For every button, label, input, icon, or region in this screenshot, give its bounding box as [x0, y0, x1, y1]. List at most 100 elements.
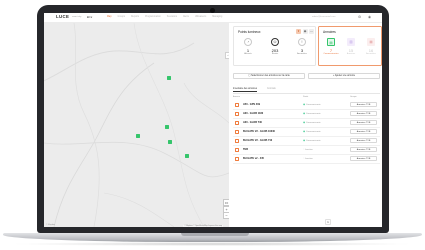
- status-badge: ◉ Communicante: [303, 139, 321, 142]
- stat-value: 7: [329, 47, 333, 53]
- card-title: Armoires: [323, 30, 336, 34]
- table-row[interactable]: BH GATE V2 - GLOB 10340 ◉ Communicante A…: [233, 128, 380, 137]
- armoire-name[interactable]: BH GATE V2 - GLOB 710: [243, 139, 272, 142]
- armoire-name[interactable]: A50 - GPS 439: [243, 103, 260, 106]
- map-view[interactable]: ▭ + − ‹ © Mapbox © Mapbox © OpenStreetMa…: [44, 23, 229, 227]
- group-select[interactable]: Armoires TVB: [350, 129, 377, 134]
- laptop-shadow: [10, 242, 415, 246]
- nav-item-alerts[interactable]: Alerts: [183, 16, 189, 18]
- row-checkbox[interactable]: [235, 130, 239, 134]
- user-icon[interactable]: ◉: [368, 15, 371, 19]
- alert-icon: !: [298, 38, 306, 46]
- stat-label: Communicantes: [323, 53, 339, 55]
- power-icon: ⏻: [271, 38, 279, 46]
- nav-item-reports[interactable]: Reports: [131, 16, 139, 18]
- add-armoire-button[interactable]: + Ajouter une armoire: [308, 73, 380, 79]
- armoire-name[interactable]: BH GATE v2 - 445: [243, 157, 264, 160]
- armoire-name[interactable]: A30 - GLOB 740: [243, 121, 262, 124]
- col-statut[interactable]: Statut: [303, 96, 308, 98]
- language-selector[interactable]: EN ▾: [87, 16, 92, 19]
- status-badge: ◉ Communicante: [303, 121, 321, 124]
- stat-armoires-anomalies[interactable]: ▦ 16 Anomalies: [361, 38, 381, 55]
- nav-item-users[interactable]: Utilisateurs: [195, 16, 206, 18]
- col-groupe[interactable]: Groupe: [350, 96, 357, 98]
- tab-inventaire[interactable]: Inventaire des armoires: [233, 88, 258, 92]
- stat-anomalies[interactable]: ! 3 Anomalies: [292, 38, 312, 55]
- map-layers-button[interactable]: ▭: [223, 199, 229, 206]
- map-marker[interactable]: [185, 154, 189, 158]
- map-marker[interactable]: [167, 76, 171, 80]
- stat-communicantes[interactable]: ▤ 7 Communicantes: [321, 38, 341, 55]
- map-marker[interactable]: [165, 125, 169, 129]
- zoom-out-button[interactable]: −: [223, 212, 229, 219]
- stat-label: Éteints: [271, 53, 279, 55]
- wifi-icon: ▤: [327, 38, 335, 46]
- status-badge: ◌ Inactive: [303, 148, 313, 151]
- cabinet-icon: ▥: [347, 38, 355, 46]
- status-text: Communicante: [305, 122, 321, 125]
- status-badge: ◌ Inactive: [303, 157, 313, 160]
- table-row[interactable]: TEB ◌ Inactive Armoires TVB: [233, 146, 380, 155]
- table-row[interactable]: BH GATE v2 - 445 ◌ Inactive Armoires TVB: [233, 155, 380, 164]
- laptop-notch: [181, 233, 249, 236]
- map-logo-credit: © Mapbox: [46, 224, 56, 226]
- nav-item-scenarios[interactable]: Scenarios: [167, 16, 177, 18]
- row-checkbox[interactable]: [235, 157, 239, 161]
- map-roads: [44, 23, 229, 227]
- row-checkbox[interactable]: [235, 103, 239, 107]
- stat-value: 203: [271, 47, 279, 53]
- col-armoire[interactable]: Armoire: [233, 96, 240, 98]
- armoire-name[interactable]: TEB: [243, 148, 248, 151]
- row-checkbox[interactable]: [235, 121, 239, 125]
- nav-item-managing[interactable]: Managing: [212, 16, 222, 18]
- group-select[interactable]: Armoires TVB: [350, 138, 377, 143]
- group-select[interactable]: Armoires TVB: [350, 156, 377, 161]
- row-checkbox[interactable]: [235, 112, 239, 116]
- card-header-icons: ▾ ◉ ⋯: [296, 29, 314, 34]
- stat-armoires[interactable]: ▥ 15 Armoires: [341, 38, 361, 55]
- nav-item-map[interactable]: Map: [107, 16, 111, 18]
- table-row[interactable]: A30 - GLOB 740 ◉ Communicante Armoires T…: [233, 119, 380, 128]
- nav-item-groups[interactable]: Groups: [117, 16, 125, 18]
- map-attribution[interactable]: © Mapbox © OpenStreetMap Improve this ma…: [183, 225, 223, 227]
- card-title: Points lumineux: [238, 30, 261, 34]
- group-select[interactable]: Armoires TVB: [350, 120, 377, 125]
- table-row[interactable]: A50 - GPS 439 ◉ Communicante Armoires TV…: [233, 101, 380, 110]
- status-text: Communicante: [305, 140, 321, 143]
- top-navigation-bar: LUCE smart city EN ▾ Map Groups Reports …: [44, 13, 382, 23]
- points-lumineux-card: Points lumineux ▾ ◉ ⋯ ◔ 1 Allumés ⏻ 203 …: [233, 26, 316, 66]
- table-row[interactable]: BH GATE V2 - GLOB 710 ◉ Communicante Arm…: [233, 137, 380, 146]
- laptop-screen: LUCE smart city EN ▾ Map Groups Reports …: [44, 13, 382, 227]
- table-header: Armoire Statut Groupe: [233, 95, 380, 100]
- group-select[interactable]: Armoires TVB: [350, 147, 377, 152]
- group-select[interactable]: Armoires TVB: [350, 102, 377, 107]
- table-row[interactable]: A30 - GLOB 1180 ◉ Communicante Armoires …: [233, 110, 380, 119]
- map-marker[interactable]: [136, 134, 140, 138]
- settings-icon[interactable]: ⚙: [358, 15, 361, 19]
- armoire-name[interactable]: A30 - GLOB 1180: [243, 112, 263, 115]
- status-text: Communicante: [305, 104, 321, 107]
- app-logo[interactable]: LUCE: [56, 14, 69, 19]
- pagination-current-page[interactable]: 1: [325, 219, 331, 225]
- filter-icon[interactable]: ▾: [296, 29, 301, 34]
- user-email[interactable]: admin@lucecontrol.com: [312, 16, 336, 18]
- laptop-base: [3, 233, 422, 242]
- more-icon[interactable]: ⋯: [309, 29, 314, 34]
- map-marker[interactable]: [168, 140, 172, 144]
- stat-eteints[interactable]: ⏻ 203 Éteints: [265, 38, 285, 55]
- armoire-name[interactable]: BH GATE V2 - GLOB 10340: [243, 130, 275, 133]
- row-checkbox[interactable]: [235, 139, 239, 143]
- alert-icon: ▦: [367, 38, 375, 46]
- main-nav: Map Groups Reports Programmation Scenari…: [107, 16, 222, 18]
- app-logo-subtitle: smart city: [72, 16, 82, 18]
- row-checkbox[interactable]: [235, 148, 239, 152]
- select-on-map-button[interactable]: ▢ Sélectionner des armoires sur la carte: [233, 73, 305, 79]
- collapse-panel-button[interactable]: ‹: [225, 52, 229, 59]
- details-panel: Points lumineux ▾ ◉ ⋯ ◔ 1 Allumés ⏻ 203 …: [231, 23, 382, 227]
- stat-allumes[interactable]: ◔ 1 Allumés: [238, 38, 258, 55]
- group-select[interactable]: Armoires TVB: [350, 111, 377, 116]
- status-badge: ◉ Communicante: [303, 112, 321, 115]
- tab-contrats[interactable]: Contrats: [267, 88, 276, 90]
- eye-icon[interactable]: ◉: [302, 29, 308, 34]
- nav-item-programmation[interactable]: Programmation: [145, 16, 161, 18]
